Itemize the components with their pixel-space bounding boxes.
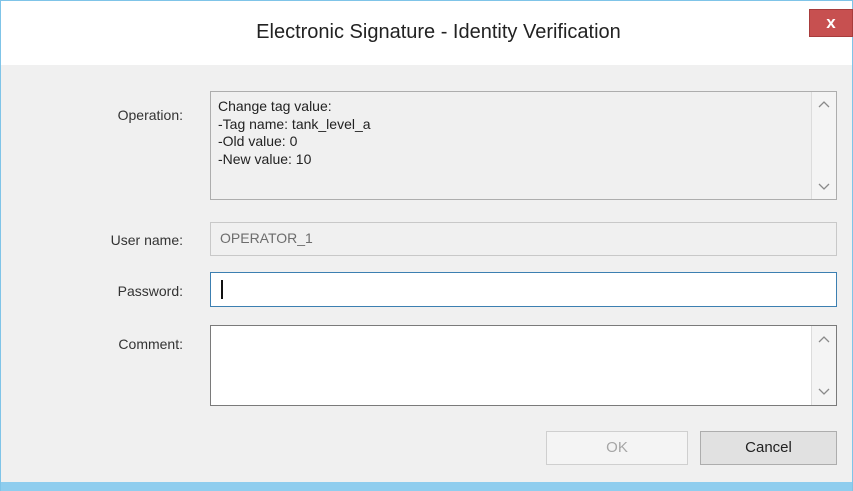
close-icon: x (826, 13, 836, 32)
scroll-down-icon[interactable] (816, 383, 832, 399)
username-field: OPERATOR_1 (210, 222, 837, 256)
operation-line: -New value: 10 (218, 150, 312, 167)
operation-text: Change tag value: -Tag name: tank_level_… (218, 98, 371, 168)
scroll-up-icon[interactable] (816, 332, 832, 348)
ok-button[interactable]: OK (546, 431, 688, 465)
scroll-up-icon[interactable] (816, 97, 832, 113)
operation-line: -Old value: 0 (218, 133, 298, 149)
comment-scrollbar[interactable] (811, 326, 836, 405)
operation-line: -Tag name: tank_level_a (218, 115, 371, 132)
operation-label: Operation: (117, 107, 183, 123)
cancel-button[interactable]: Cancel (700, 431, 837, 465)
operation-textbox[interactable]: Change tag value: -Tag name: tank_level_… (210, 91, 837, 200)
scroll-down-icon[interactable] (816, 178, 832, 194)
password-label: Password: (117, 283, 183, 299)
dialog-title: Electronic Signature - Identity Verifica… (256, 21, 621, 43)
title-bar: Electronic Signature - Identity Verifica… (1, 1, 853, 65)
username-label: User name: (110, 232, 183, 248)
operation-line: Change tag value: (218, 98, 332, 114)
text-caret (221, 280, 223, 299)
identity-verification-dialog: Electronic Signature - Identity Verifica… (0, 0, 853, 491)
window-frame-bottom (1, 482, 852, 491)
operation-scrollbar[interactable] (811, 92, 836, 199)
close-button[interactable]: x (809, 9, 853, 37)
comment-field[interactable] (210, 325, 837, 406)
comment-label: Comment: (118, 336, 183, 352)
password-field[interactable] (210, 272, 837, 307)
